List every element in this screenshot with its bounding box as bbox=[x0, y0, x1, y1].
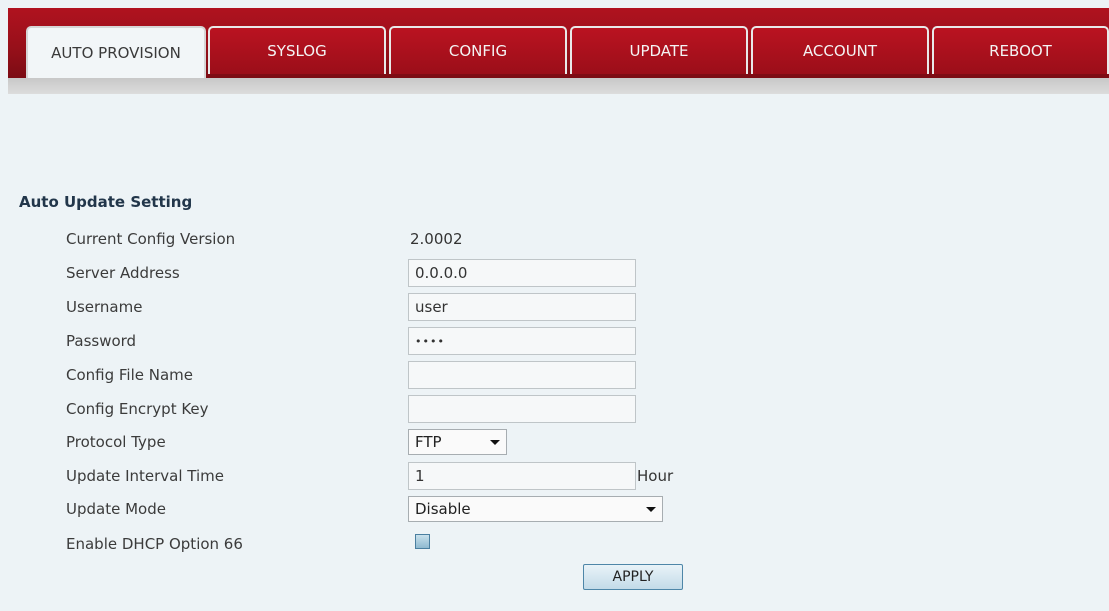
tab-config[interactable]: CONFIG bbox=[389, 26, 567, 74]
enable-dhcp-option-66-checkbox[interactable] bbox=[415, 534, 430, 549]
update-mode-value: Disable bbox=[415, 500, 471, 518]
password-label: Password bbox=[66, 332, 137, 350]
apply-button[interactable]: APPLY bbox=[583, 564, 683, 590]
protocol-type-value: FTP bbox=[415, 433, 442, 451]
tab-syslog[interactable]: SYSLOG bbox=[208, 26, 386, 74]
tab-reboot[interactable]: REBOOT bbox=[932, 26, 1109, 74]
protocol-type-label: Protocol Type bbox=[66, 433, 166, 451]
server-address-input[interactable] bbox=[408, 259, 636, 287]
update-interval-time-label: Update Interval Time bbox=[66, 467, 225, 485]
config-file-name-label: Config File Name bbox=[66, 366, 194, 384]
update-mode-select[interactable]: Disable bbox=[408, 496, 663, 522]
server-address-label: Server Address bbox=[66, 264, 180, 282]
tab-update[interactable]: UPDATE bbox=[570, 26, 748, 74]
chevron-down-icon bbox=[646, 506, 656, 512]
current-config-version-label: Current Config Version bbox=[66, 230, 236, 248]
top-navigation: AUTO PROVISION SYSLOG CONFIG UPDATE ACCO… bbox=[0, 0, 1109, 96]
config-encrypt-key-label: Config Encrypt Key bbox=[66, 400, 209, 418]
update-mode-label: Update Mode bbox=[66, 500, 166, 518]
update-interval-unit: Hour bbox=[637, 467, 674, 485]
nav-divider bbox=[8, 78, 1109, 94]
config-encrypt-key-input[interactable] bbox=[408, 395, 636, 423]
username-label: Username bbox=[66, 298, 143, 316]
update-interval-time-input[interactable] bbox=[408, 462, 636, 490]
password-input[interactable] bbox=[408, 327, 636, 355]
protocol-type-select[interactable]: FTP bbox=[408, 429, 507, 455]
current-config-version-value: 2.0002 bbox=[410, 230, 463, 248]
enable-dhcp-option-66-label: Enable DHCP Option 66 bbox=[66, 535, 243, 553]
config-file-name-input[interactable] bbox=[408, 361, 636, 389]
tab-account[interactable]: ACCOUNT bbox=[751, 26, 929, 74]
username-input[interactable] bbox=[408, 293, 636, 321]
section-title: Auto Update Setting bbox=[19, 193, 193, 211]
chevron-down-icon bbox=[490, 439, 500, 445]
tab-auto-provision[interactable]: AUTO PROVISION bbox=[26, 26, 206, 78]
